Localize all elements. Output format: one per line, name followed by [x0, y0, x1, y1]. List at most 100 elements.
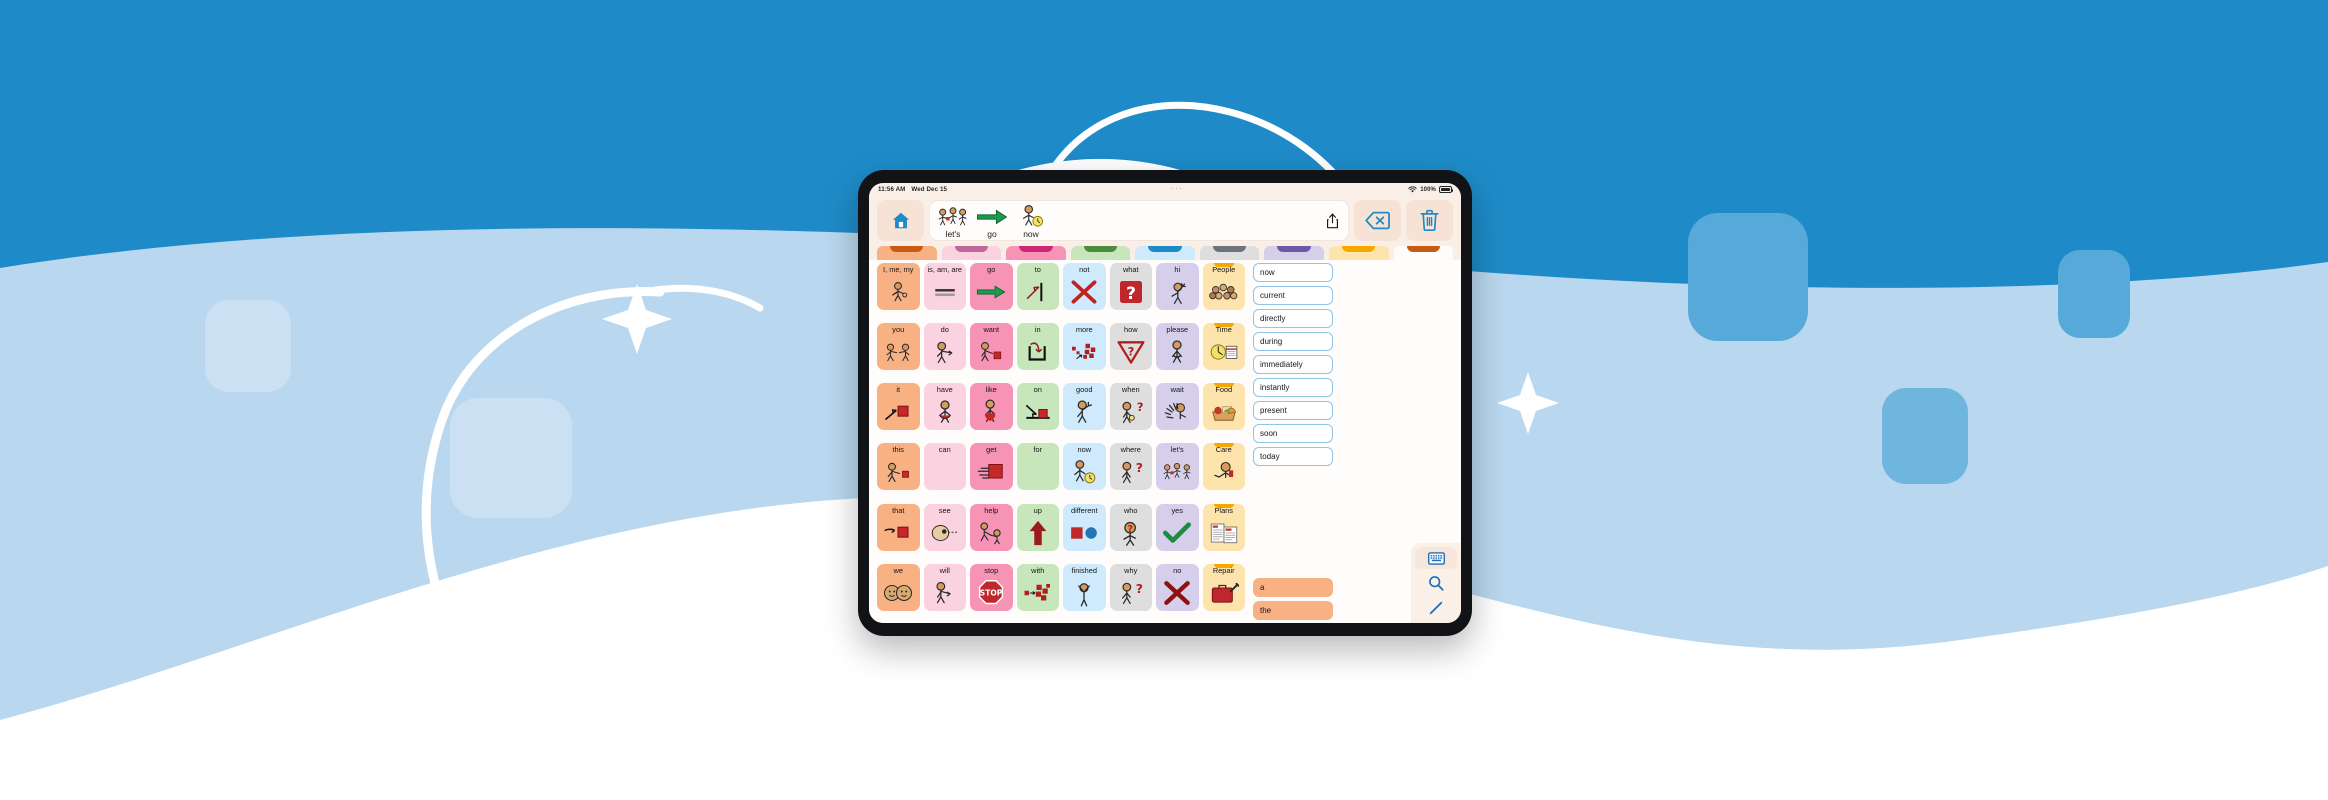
share-button[interactable] [1321, 213, 1343, 229]
symbol-cell-good[interactable]: good [1063, 383, 1106, 431]
symbol-cell-have[interactable]: have [923, 383, 966, 431]
symbol-cell-not[interactable]: not [1063, 263, 1106, 310]
share-icon [1326, 213, 1338, 229]
symbol-cell-hi[interactable]: hi [1156, 263, 1199, 310]
symbol-label: Repair [1212, 565, 1235, 575]
symbol-cell-will[interactable]: will [923, 563, 966, 611]
symbol-cell-more[interactable]: more [1063, 323, 1106, 371]
svg-text:STOP: STOP [980, 588, 1003, 597]
sentence-word[interactable]: let's [936, 203, 970, 239]
quick-word[interactable]: a [1253, 578, 1333, 597]
symbol-cell-this[interactable]: this [877, 443, 920, 491]
symbol-cell-wait[interactable]: wait [1156, 383, 1199, 431]
symbol-cell-repair[interactable]: Repair [1202, 563, 1245, 611]
quick-word[interactable]: the [1253, 601, 1333, 620]
symbol-cell-it[interactable]: it [877, 383, 920, 431]
verbs-be-tab[interactable] [941, 246, 1002, 260]
symbol-cell-stop[interactable]: stop STOP [970, 563, 1013, 611]
symbol-cell-yes[interactable]: yes [1156, 503, 1199, 551]
prediction-word[interactable]: soon [1253, 424, 1333, 443]
symbol-cell-food[interactable]: Food [1202, 383, 1246, 431]
symbol-cell-you[interactable]: you [877, 323, 920, 371]
symbol-cell-where[interactable]: where? [1109, 443, 1152, 491]
symbol-cell-want[interactable]: want [970, 323, 1013, 371]
prediction-word[interactable]: current [1253, 286, 1333, 305]
prediction-word[interactable]: today [1253, 447, 1333, 466]
svg-text:?: ? [1127, 345, 1134, 359]
symbol-cell-who[interactable]: who? [1109, 503, 1152, 551]
symbol-cell-for[interactable]: for [1016, 443, 1059, 491]
questions-tab[interactable] [1199, 246, 1260, 260]
search-button[interactable] [1415, 572, 1457, 594]
symbol-cell-let-s[interactable]: let's [1156, 443, 1199, 491]
symbol-cell-plans[interactable]: Plans [1202, 503, 1245, 551]
symbol-cell-please[interactable]: please [1156, 323, 1199, 371]
symbol-cell-with[interactable]: with [1016, 563, 1060, 611]
sentence-word-list: let's go now [936, 203, 1321, 239]
clear-all-button[interactable] [1406, 200, 1453, 241]
blocks-joining-icon [1017, 575, 1060, 611]
prediction-word[interactable]: immediately [1253, 355, 1333, 374]
edit-button[interactable] [1415, 597, 1457, 619]
symbol-cell-people[interactable]: People [1202, 263, 1245, 310]
symbol-cell-to[interactable]: to [1016, 263, 1059, 310]
symbol-cell-can[interactable]: can [923, 443, 966, 491]
pencil-icon [1429, 601, 1443, 615]
sentence-word-label: now [1023, 229, 1039, 239]
keyboard-button[interactable] [1415, 547, 1457, 569]
prediction-spacer [1253, 470, 1333, 574]
symbol-cell-different[interactable]: different [1063, 503, 1106, 551]
symbol-cell-time[interactable]: Time [1202, 323, 1245, 371]
home-button[interactable] [877, 200, 924, 241]
symbol-cell-we[interactable]: we [877, 563, 920, 611]
symbol-label: that [892, 505, 905, 515]
describe-tab[interactable] [1135, 246, 1195, 260]
symbol-label: hi [1174, 265, 1181, 274]
symbol-cell-i-me-my[interactable]: I, me, my [877, 263, 920, 310]
symbol-cell-care[interactable]: Care [1202, 443, 1245, 491]
prediction-word[interactable]: instantly [1253, 378, 1333, 397]
prediction-word[interactable]: during [1253, 332, 1333, 351]
prediction-word[interactable]: present [1253, 401, 1333, 420]
symbol-cell-why[interactable]: why? [1109, 563, 1152, 611]
prediction-word[interactable]: now [1253, 263, 1333, 282]
symbol-cell-in[interactable]: in [1016, 323, 1059, 371]
folder-tab-notch [1148, 246, 1182, 252]
categories-tab[interactable] [1328, 246, 1389, 260]
symbol-cell-finished[interactable]: finished [1063, 563, 1106, 611]
wifi-icon [1408, 186, 1417, 193]
symbol-cell-get[interactable]: get [970, 443, 1013, 491]
symbol-cell-no[interactable]: no [1156, 563, 1199, 611]
verbs-tab[interactable] [1006, 246, 1066, 260]
social-tab[interactable] [1264, 246, 1324, 260]
prediction-word[interactable]: directly [1253, 309, 1333, 328]
symbol-cell-how[interactable]: how? [1109, 323, 1152, 371]
backspace-button[interactable] [1354, 200, 1401, 241]
symbol-cell-on[interactable]: on [1016, 383, 1059, 431]
symbol-cell-go[interactable]: go [970, 263, 1013, 310]
symbol-cell-what[interactable]: what? [1109, 263, 1152, 310]
food-basket-icon [1203, 394, 1246, 430]
symbol-cell-see[interactable]: see [923, 503, 967, 551]
extra-tab[interactable] [1393, 246, 1454, 260]
symbol-cell-now[interactable]: now [1063, 443, 1106, 491]
symbol-cell-when[interactable]: when? [1109, 383, 1152, 431]
eye-looking-icon [924, 515, 967, 551]
symbol-cell-is-am-are[interactable]: is, am, are [923, 263, 966, 310]
symbol-cell-up[interactable]: up [1016, 503, 1059, 551]
symbol-cell-that[interactable]: that [877, 503, 920, 551]
symbol-cell-do[interactable]: do [923, 323, 966, 371]
sentence-word[interactable]: now [1014, 203, 1048, 239]
sentence-word[interactable]: go [975, 203, 1009, 239]
symbol-label: now [1077, 445, 1092, 455]
symbol-label: let's [1170, 445, 1184, 455]
symbol-label: can [938, 445, 951, 455]
pronouns-tab[interactable] [877, 246, 937, 260]
symbol-cell-like[interactable]: like [970, 383, 1013, 431]
multitask-handle[interactable]: ··· [947, 186, 1408, 193]
prepositions-tab[interactable] [1070, 246, 1131, 260]
sentence-bar[interactable]: let's go now [929, 200, 1349, 241]
battery-percent: 100% [1420, 186, 1436, 193]
symbol-cell-help[interactable]: help [970, 503, 1013, 551]
symbol-grid: I, me, my is, am, are go to not what? hi People… [869, 263, 1249, 620]
